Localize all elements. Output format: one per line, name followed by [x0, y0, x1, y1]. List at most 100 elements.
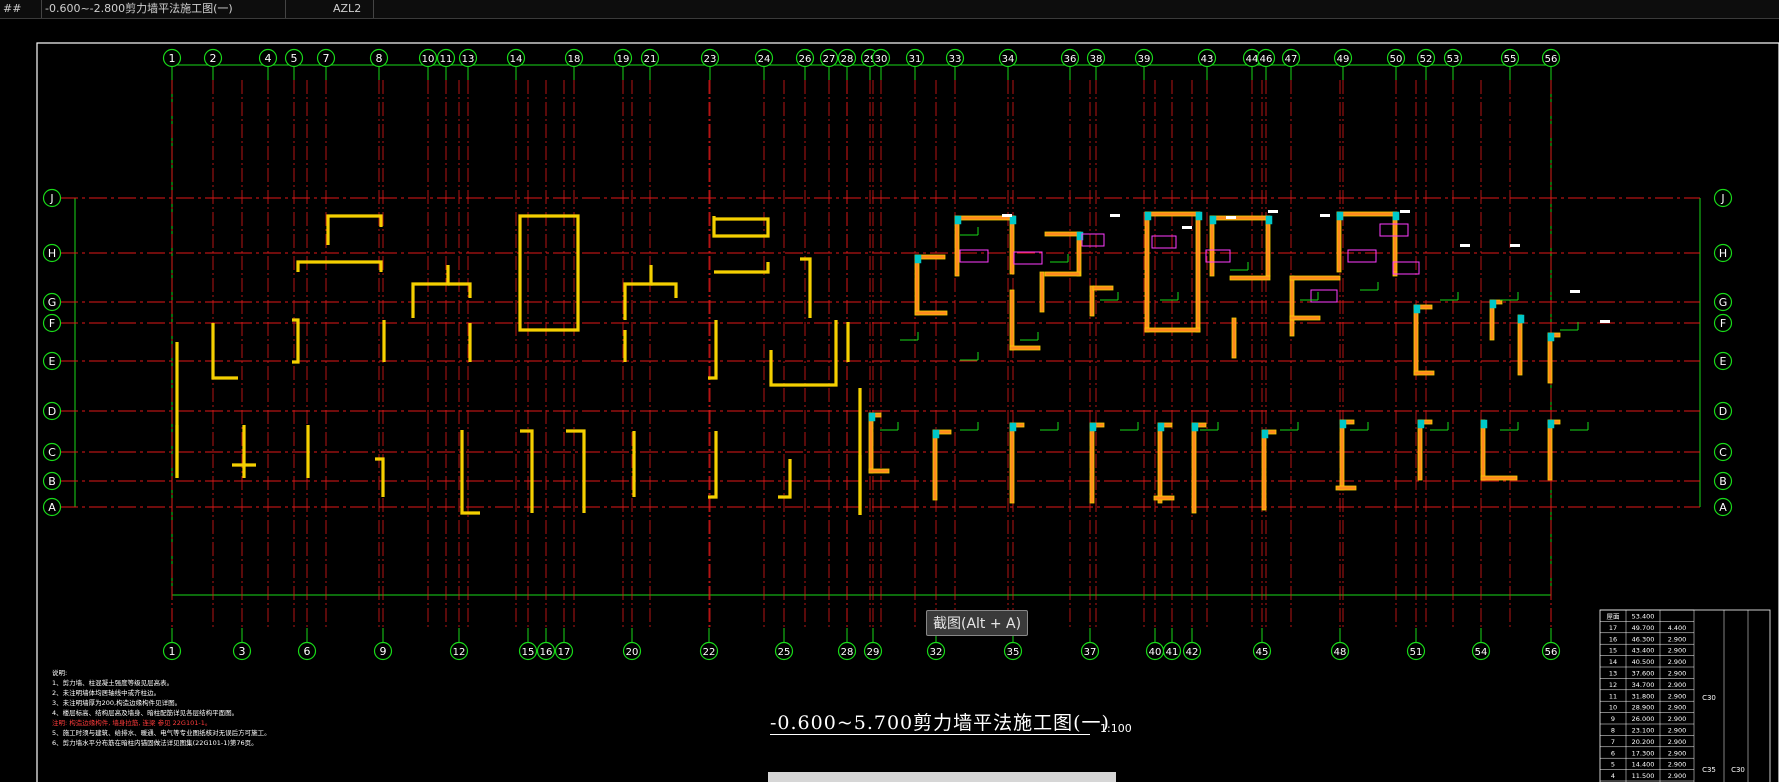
annotation-mark [1110, 214, 1120, 217]
table-cell: 49.700 [1632, 624, 1655, 632]
table-cell: 2.900 [1668, 670, 1687, 678]
table-cell: 2.900 [1668, 761, 1687, 769]
shear-wall-detailed [1044, 231, 1081, 237]
edge-column [1261, 429, 1269, 439]
notes-line: 6、剪力墙水平分布筋在暗柱内锚固做法详见图集(22G101-1)第76页。 [52, 739, 258, 747]
axis-bubble-left-label: B [48, 475, 56, 488]
shear-wall-detailed [1089, 285, 1095, 317]
shear-wall-detailed [1417, 419, 1423, 481]
shear-wall-detailed [1191, 422, 1197, 514]
edge-column [1489, 299, 1497, 309]
table-cell: 2.900 [1668, 658, 1687, 666]
axis-bubble-bottom-label: 25 [778, 647, 791, 658]
axis-bubble-left-label: D [48, 405, 56, 418]
wall-tag-box [1013, 251, 1043, 265]
drawing-scale: 1:100 [1100, 722, 1132, 735]
shear-wall [518, 214, 548, 235]
table-grade: C30 [1731, 766, 1745, 774]
axis-bubble-bottom-label: 35 [1007, 647, 1020, 658]
notes-line: 2、未注明墙体均居轴线中或齐柱边。 [52, 689, 161, 697]
wall-annotations [880, 210, 1610, 431]
axis-bubble-top-label: 2 [210, 52, 217, 65]
axis-bubble-top-label: 10 [422, 54, 435, 65]
table-cell: 5 [1611, 761, 1615, 769]
command-line-bar[interactable] [768, 772, 1116, 782]
axis-bubble-right-label: A [1719, 501, 1727, 514]
notes-highlight: 注明: 构造边缘构件, 墙身拉筋, 连梁 参见 22G101-1。 [52, 719, 212, 727]
table-cell: 46.300 [1632, 635, 1655, 643]
axis-bubble-top-label: 5 [291, 52, 298, 65]
axis-bubble-top-label: 55 [1504, 54, 1517, 65]
axis-bubble-bottom-label: 15 [522, 647, 535, 658]
dimension-box [74, 64, 1701, 596]
shear-wall [712, 216, 770, 238]
axis-bubble-bottom-label: 56 [1545, 647, 1558, 658]
edge-column [1413, 304, 1421, 314]
shear-wall-detailed [1289, 315, 1321, 321]
notes-line: 3、未注明墙厚为200,构造边缘构件见详图。 [52, 699, 182, 707]
shear-wall-detailed [868, 412, 874, 474]
axis-bubble-bottom-label: 29 [867, 647, 880, 658]
annotation-mark [1400, 210, 1410, 213]
shear-wall-detailed [1413, 370, 1435, 376]
table-cell: 37.600 [1632, 670, 1655, 678]
axis-bubble-top-label: 4 [265, 52, 272, 65]
axis-bubble-bottom-label: 9 [380, 645, 387, 658]
shear-wall-detailed [1209, 215, 1215, 277]
shear-wall-detailed [914, 254, 920, 316]
edge-column [1144, 211, 1152, 221]
title-underline [770, 734, 1090, 735]
table-cell: 11.500 [1632, 772, 1655, 780]
tab-drawing-name[interactable]: -0.600~-2.800剪力墙平法施工图(一) [42, 0, 286, 18]
shear-walls[interactable] [175, 211, 1561, 515]
axis-bubble-top-label: 18 [568, 54, 581, 65]
axis-bubble-right-label: D [1719, 405, 1727, 418]
edge-column [1089, 422, 1097, 432]
edge-column [1336, 211, 1344, 221]
axis-bubble-right-label: E [1720, 355, 1727, 368]
shear-wall-detailed [914, 310, 948, 316]
annotation-mark [1600, 320, 1610, 323]
edge-column [1009, 422, 1017, 432]
shear-wall-detailed [1289, 275, 1295, 337]
table-cell: 17.300 [1632, 749, 1655, 757]
axis-bubble-right-label: B [1719, 475, 1727, 488]
shear-wall-detailed [1392, 211, 1398, 273]
axis-bubble-top-label: 33 [949, 54, 962, 65]
shear-wall-detailed [1231, 317, 1237, 359]
table-cell: 17 [1609, 624, 1617, 632]
edge-column [1265, 215, 1273, 225]
axis-bubble-bottom-label: 20 [626, 647, 639, 658]
axis-bubble-bottom-label: 16 [540, 647, 553, 658]
tab-layer-code[interactable]: AZL2 [330, 0, 374, 18]
edge-column [1517, 314, 1525, 324]
annotation-mark [1268, 210, 1278, 213]
axis-bubble-bottom-label: 42 [1186, 647, 1199, 658]
edge-column [1547, 332, 1555, 342]
axis-bubble-top-label: 50 [1390, 54, 1403, 65]
axis-bubble-top-label: 46 [1260, 54, 1273, 65]
shear-wall-detailed [1289, 275, 1341, 281]
table-cell: 2.900 [1668, 738, 1687, 746]
notes-line: 5、施工时须与建筑、给排水、暖通、电气等专业图纸核对无误后方可施工。 [52, 729, 271, 737]
shear-wall-detailed [1480, 475, 1518, 481]
axis-bubble-top-label: 26 [799, 54, 812, 65]
edge-column [1417, 419, 1425, 429]
shear-wall [623, 265, 653, 320]
table-cell: 28.900 [1632, 704, 1655, 712]
axis-bubble-bottom-label: 3 [239, 645, 246, 658]
axis-bubble-top-label: 52 [1420, 54, 1433, 65]
axis-bubble-bottom-label: 12 [453, 647, 466, 658]
shear-wall [326, 214, 383, 245]
axis-bubble-left-label: J [49, 192, 53, 205]
axis-bubble-left-label: C [48, 446, 56, 459]
axis-bubble-top-label: 44 [1246, 54, 1259, 65]
bottom-axis-bubbles: 1 3 6 9 12 15 16 17 20 22 25 28 29 32 35 37 40 41 42 45 48 51… [162, 628, 1561, 661]
shear-wall [211, 323, 238, 380]
axis-bubble-top-label: 49 [1337, 54, 1350, 65]
table-cell: 14 [1609, 658, 1617, 666]
wall-tag-box [959, 249, 989, 263]
shear-wall-detailed [868, 468, 890, 474]
axis-bubble-bottom-label: 45 [1256, 647, 1269, 658]
tab-id[interactable]: ## [0, 0, 42, 18]
